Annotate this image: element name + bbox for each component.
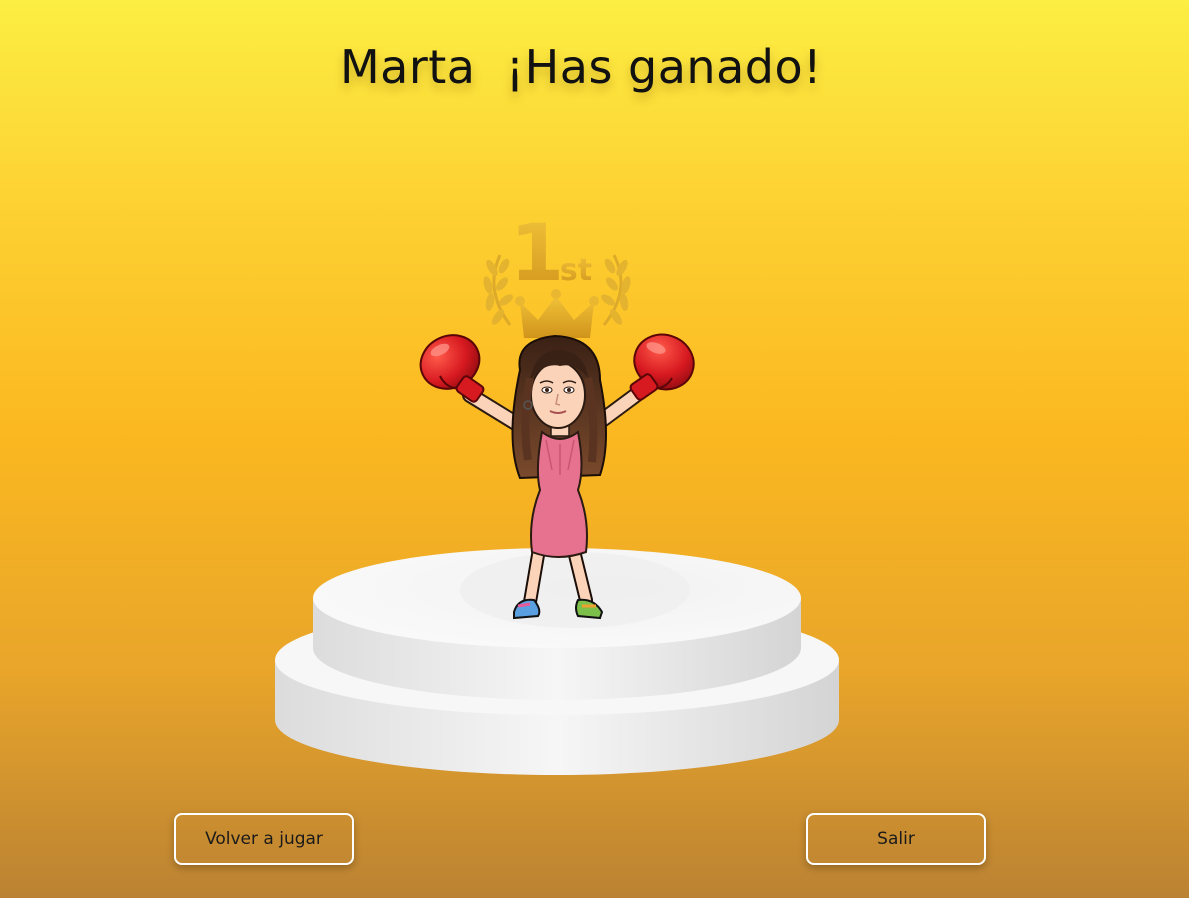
rank-suffix: st xyxy=(560,253,592,288)
play-again-button[interactable]: Volver a jugar xyxy=(174,813,354,865)
podium xyxy=(275,548,839,775)
right-boxing-glove-icon xyxy=(629,333,695,401)
rank-number: 1 xyxy=(510,209,564,299)
left-boxing-glove-icon xyxy=(419,334,485,403)
first-place-crown-laurel-icon: 1 st xyxy=(483,209,631,338)
exit-button[interactable]: Salir xyxy=(806,813,986,865)
winner-scene: 1 st xyxy=(275,209,839,775)
